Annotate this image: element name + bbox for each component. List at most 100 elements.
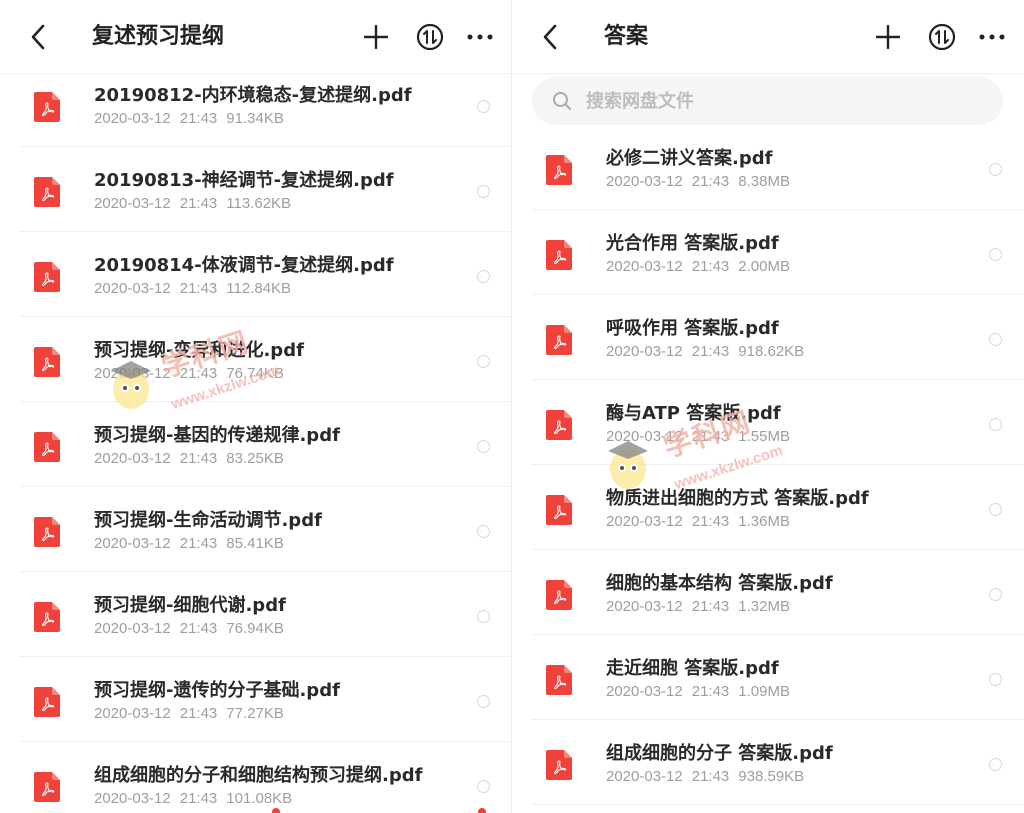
select-radio[interactable] [989,758,1002,771]
file-row[interactable]: 预习提纲-生命活动调节.pdf 2020-03-12 21:43 85.41KB [0,487,512,572]
select-radio[interactable] [477,270,490,283]
file-time: 21:43 [179,790,218,807]
plus-icon [364,25,388,49]
file-meta: 2020-03-12 21:43 101.08KB [94,790,292,807]
pdf-file-icon [34,772,60,802]
select-radio[interactable] [989,418,1002,431]
file-row[interactable]: 20190814-体液调节-复述提纲.pdf 2020-03-12 21:43 112… [0,232,512,317]
file-size: 85.41KB [226,535,284,552]
file-row[interactable]: 酶与ATP 答案版.pdf 2020-03-12 21:43 1.55MB [512,380,1024,465]
file-date: 2020-03-12 [606,513,683,530]
file-name: 组成细胞的分子和细胞结构预习提纲.pdf [94,765,423,786]
file-size: 91.34KB [226,110,284,127]
pdf-file-icon [546,495,572,525]
file-date: 2020-03-12 [94,110,171,127]
file-row[interactable]: 20190812-内环境稳态-复述提纲.pdf 2020-03-12 21:43 91… [0,62,512,147]
file-row[interactable]: 预习提纲-遗传的分子基础.pdf 2020-03-12 21:43 77.27KB [0,657,512,742]
page-title: 答案 [604,24,649,49]
select-radio[interactable] [477,440,490,453]
file-row[interactable]: 预习提纲-变异和进化.pdf 2020-03-12 21:43 76.74KB [0,317,512,402]
select-radio[interactable] [477,525,490,538]
file-time: 21:43 [691,513,730,530]
file-meta: 2020-03-12 21:43 85.41KB [94,535,284,552]
pdf-file-icon [34,602,60,632]
file-size: 1.36MB [738,513,790,530]
file-name: 预习提纲-遗传的分子基础.pdf [94,680,340,701]
file-row[interactable]: 预习提纲-基因的传递规律.pdf 2020-03-12 21:43 83.25KB [0,402,512,487]
sort-button[interactable] [925,20,959,54]
file-time: 21:43 [179,110,218,127]
file-name: 预习提纲-变异和进化.pdf [94,340,304,361]
search-input[interactable] [586,90,966,112]
file-date: 2020-03-12 [606,683,683,700]
file-row[interactable]: 细胞的基本结构 答案版.pdf 2020-03-12 21:43 1.32MB [512,550,1024,635]
select-radio[interactable] [477,355,490,368]
file-row[interactable]: 物质进出细胞的方式 答案版.pdf 2020-03-12 21:43 1.36MB [512,465,1024,550]
search-bar[interactable] [532,77,1003,125]
more-button[interactable] [463,20,497,54]
select-radio[interactable] [477,610,490,623]
file-date: 2020-03-12 [94,280,171,297]
file-row[interactable]: 呼吸作用 答案版.pdf 2020-03-12 21:43 918.62KB [512,295,1024,380]
file-size: 112.84KB [226,280,292,297]
file-meta: 2020-03-12 21:43 918.62KB [606,343,804,360]
pdf-file-icon [546,665,572,695]
pdf-file-icon [546,750,572,780]
file-size: 77.27KB [226,705,284,722]
add-button[interactable] [359,20,393,54]
plus-icon [876,25,900,49]
sort-button[interactable] [413,20,447,54]
select-radio[interactable] [477,100,490,113]
file-size: 8.38MB [738,173,790,190]
select-radio[interactable] [477,780,490,793]
file-date: 2020-03-12 [94,450,171,467]
file-date: 2020-03-12 [94,535,171,552]
file-row[interactable]: 20190813-神经调节-复述提纲.pdf 2020-03-12 21:43 113… [0,147,512,232]
more-icon [467,34,493,40]
file-size: 918.62KB [738,343,805,360]
more-button[interactable] [975,20,1009,54]
file-meta: 2020-03-12 21:43 1.32MB [606,598,790,615]
file-row[interactable]: 光合作用 答案版.pdf 2020-03-12 21:43 2.00MB [512,210,1024,295]
file-row[interactable]: 预习提纲-细胞代谢.pdf 2020-03-12 21:43 76.94KB [0,572,512,657]
select-radio[interactable] [477,185,490,198]
select-radio[interactable] [989,588,1002,601]
file-name: 光合作用 答案版.pdf [606,233,779,254]
pdf-file-icon [34,347,60,377]
select-radio[interactable] [989,333,1002,346]
select-radio[interactable] [989,503,1002,516]
file-time: 21:43 [179,705,218,722]
file-date: 2020-03-12 [94,705,171,722]
file-name: 预习提纲-基因的传递规律.pdf [94,425,340,446]
file-date: 2020-03-12 [606,428,683,445]
add-button[interactable] [871,20,905,54]
file-name: 细胞的基本结构 答案版.pdf [606,573,833,594]
file-name: 酶与ATP 答案版.pdf [606,403,781,424]
file-size: 113.62KB [226,195,292,212]
left-panel: 复述预习提纲 20190812-内环境稳态-复述提纲.pdf 2020-03-12… [0,0,512,813]
file-meta: 2020-03-12 21:43 91.34KB [94,110,284,127]
file-date: 2020-03-12 [606,598,683,615]
file-row[interactable]: 组成细胞的分子和细胞结构预习提纲.pdf 2020-03-12 21:43 101.0… [0,742,512,813]
pdf-file-icon [546,240,572,270]
file-time: 21:43 [691,683,730,700]
file-date: 2020-03-12 [94,365,171,382]
file-row[interactable]: 必修二讲义答案.pdf 2020-03-12 21:43 8.38MB [512,125,1024,210]
file-date: 2020-03-12 [606,343,683,360]
file-size: 2.00MB [738,258,790,275]
select-radio[interactable] [989,673,1002,686]
select-radio[interactable] [989,163,1002,176]
file-meta: 2020-03-12 21:43 77.27KB [94,705,284,722]
more-icon [979,34,1005,40]
back-button[interactable] [534,20,568,54]
back-button[interactable] [22,20,56,54]
select-radio[interactable] [989,248,1002,261]
select-radio[interactable] [477,695,490,708]
file-size: 1.09MB [738,683,790,700]
file-list: 20190812-内环境稳态-复述提纲.pdf 2020-03-12 21:43 91… [0,62,512,813]
search-icon [553,92,571,110]
file-row[interactable]: 走近细胞 答案版.pdf 2020-03-12 21:43 1.09MB [512,635,1024,720]
file-meta: 2020-03-12 21:43 113.62KB [94,195,291,212]
file-row[interactable]: 组成细胞的分子 答案版.pdf 2020-03-12 21:43 938.59KB [512,720,1024,805]
file-time: 21:43 [691,768,730,785]
